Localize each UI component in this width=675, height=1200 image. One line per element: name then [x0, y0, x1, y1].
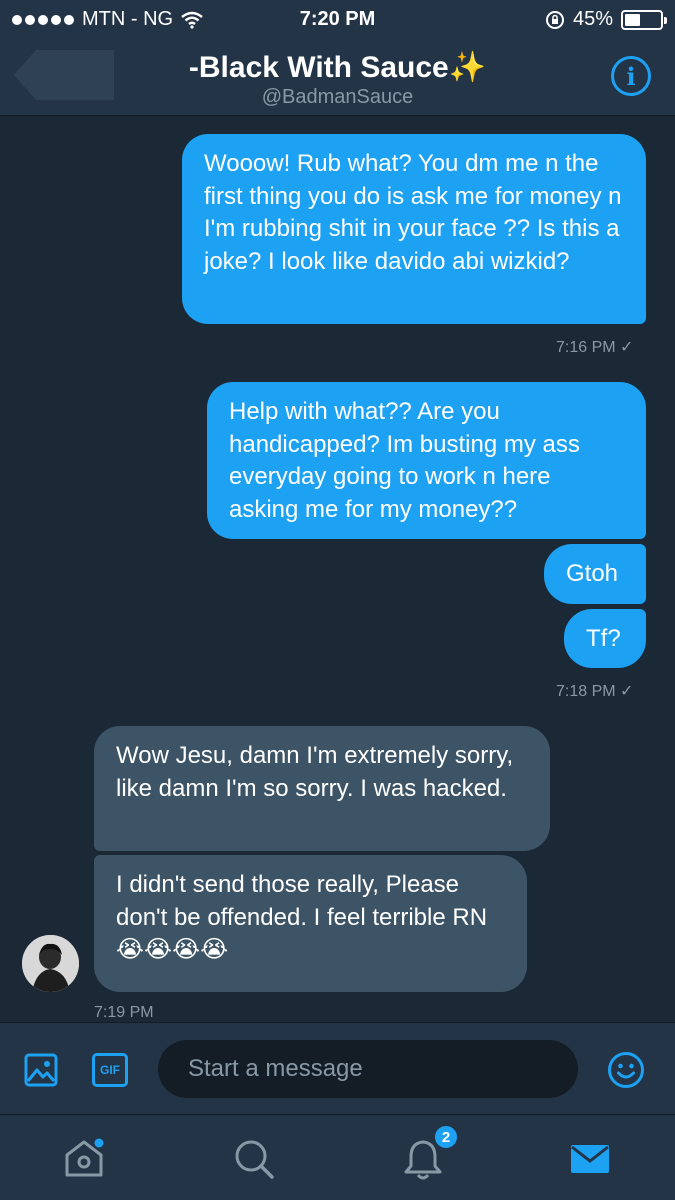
home-icon[interactable]: [62, 1137, 106, 1181]
message-bubble-sent[interactable]: Wooow! Rub what? You dm me n the first t…: [182, 134, 646, 324]
info-button[interactable]: i: [611, 56, 651, 96]
battery-percent: 45%: [572, 8, 613, 30]
gif-button[interactable]: GIF: [92, 1053, 128, 1087]
info-icon: i: [626, 61, 636, 91]
message-text: Help with what?? Are you handicapped? Im…: [229, 398, 580, 523]
conversation-header: -Black With Sauce✨ @BadmanSauce i: [0, 38, 675, 116]
message-text: I didn't send those really, Please don't…: [116, 871, 488, 963]
gif-label: GIF: [100, 1063, 120, 1077]
rotation-lock-icon: [545, 10, 564, 29]
message-input[interactable]: [158, 1040, 578, 1098]
message-bubble-sent[interactable]: Gtoh: [544, 544, 646, 604]
tab-bar: [0, 1114, 675, 1200]
status-right: 45%: [545, 8, 667, 31]
message-timestamp: 7:19 PM: [94, 1004, 154, 1021]
message-text: Wooow! Rub what? You dm me n the first t…: [204, 150, 622, 275]
message-composer: GIF: [0, 1022, 675, 1114]
message-text: Wow Jesu, damn I'm extremely sorry, like…: [116, 742, 514, 802]
conversation-title[interactable]: -Black With Sauce✨: [0, 50, 675, 85]
message-bubble-sent[interactable]: Help with what?? Are you handicapped? Im…: [207, 382, 646, 539]
message-bubble-received[interactable]: I didn't send those really, Please don't…: [94, 855, 527, 992]
image-icon[interactable]: [24, 1053, 58, 1087]
status-bar: MTN - NG 7:20 PM 45%: [0, 0, 675, 38]
messages-icon[interactable]: [568, 1137, 612, 1181]
notifications-badge: 2: [433, 1124, 459, 1150]
battery-icon: [621, 9, 667, 30]
message-timestamp: 7:16 PM ✓: [556, 339, 634, 356]
message-timestamp: 7:18 PM ✓: [556, 683, 634, 700]
conversation-handle: @BadmanSauce: [261, 86, 414, 108]
search-icon[interactable]: [232, 1137, 276, 1181]
emoji-icon[interactable]: [607, 1051, 645, 1089]
message-text: Tf?: [586, 625, 621, 652]
message-bubble-received[interactable]: Wow Jesu, damn I'm extremely sorry, like…: [94, 726, 550, 851]
message-text: Gtoh: [566, 560, 619, 587]
avatar-image: [22, 935, 79, 992]
avatar[interactable]: [22, 935, 79, 992]
message-bubble-sent[interactable]: Tf?: [564, 609, 646, 668]
